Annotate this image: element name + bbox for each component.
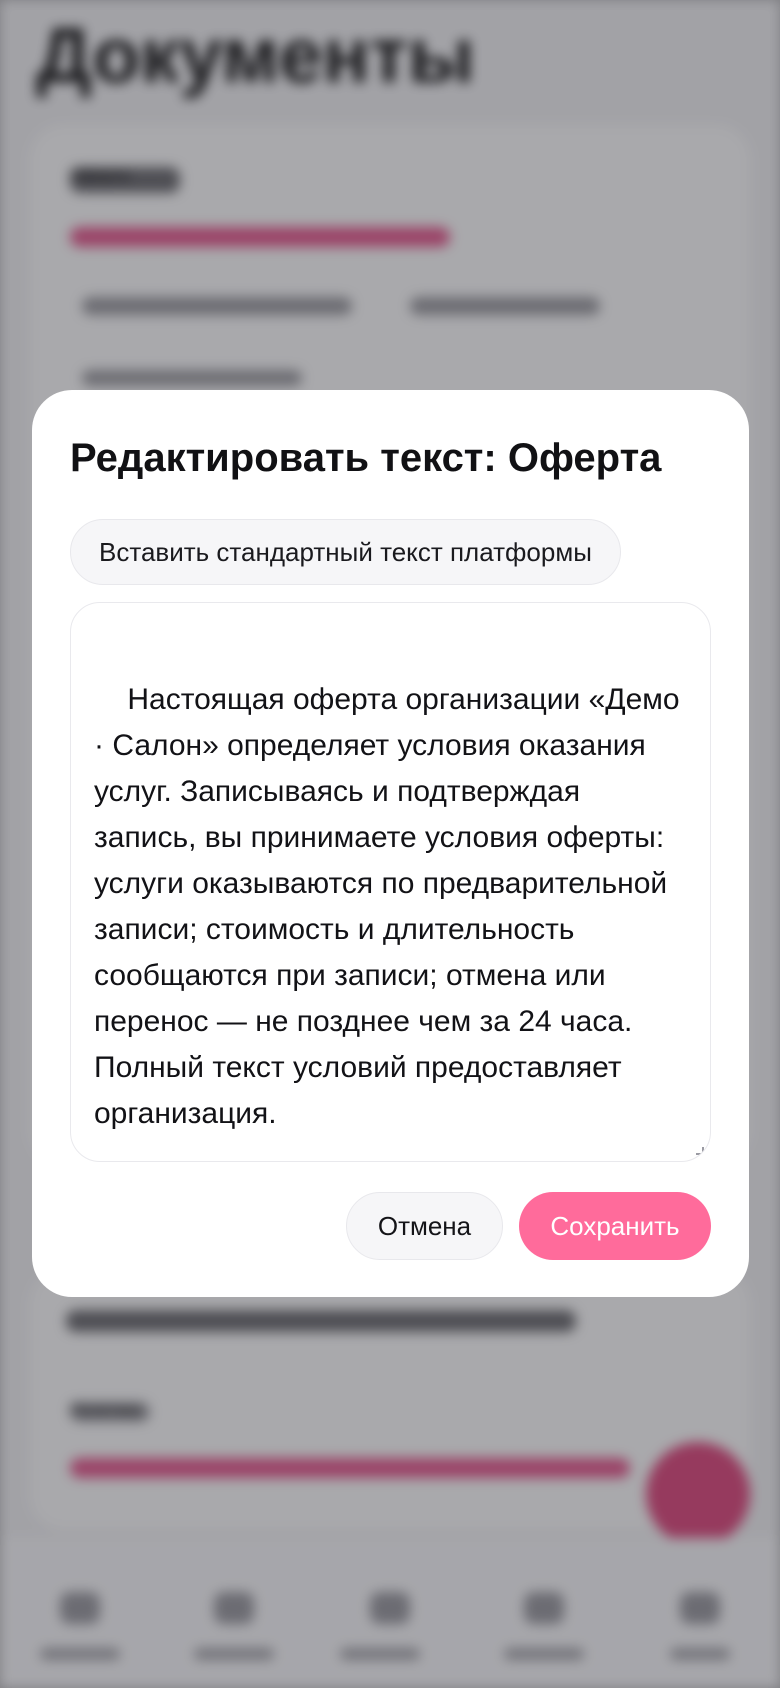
offer-text-value: Настоящая оферта организации «Демо · Сал… <box>94 683 688 1130</box>
cancel-button[interactable]: Отмена <box>346 1192 503 1260</box>
dialog-title: Редактировать текст: Оферта <box>70 436 662 480</box>
insert-default-text-button[interactable]: Вставить стандартный текст платформы <box>70 519 621 585</box>
save-button[interactable]: Сохранить <box>519 1192 711 1260</box>
edit-text-dialog: Редактировать текст: Оферта Вставить ста… <box>32 390 749 1297</box>
offer-text-editor[interactable]: Настоящая оферта организации «Демо · Сал… <box>70 602 711 1162</box>
dialog-actions: Отмена Сохранить <box>346 1192 711 1260</box>
resize-handle-icon[interactable] <box>696 1147 704 1155</box>
